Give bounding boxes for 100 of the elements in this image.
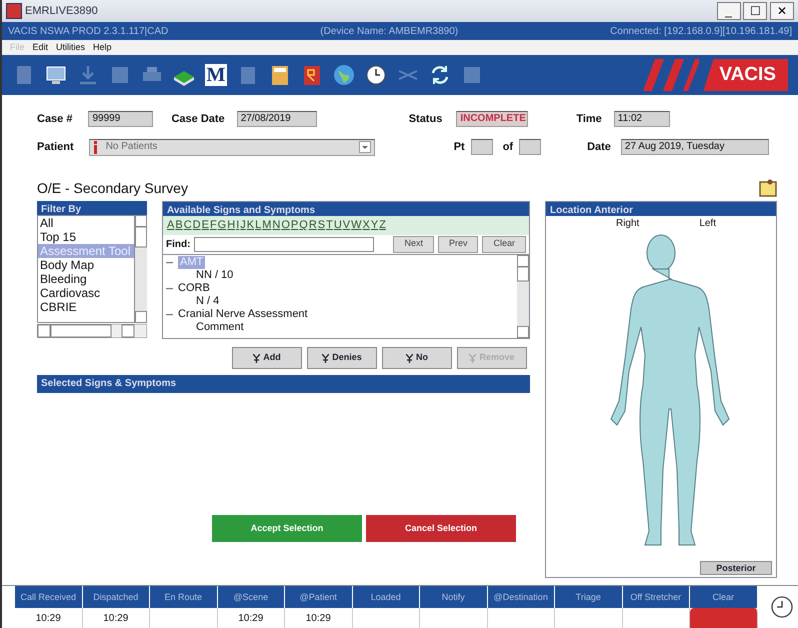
action-button[interactable]: No — [382, 347, 452, 369]
filter-item[interactable]: Cardiovasc — [38, 286, 134, 300]
timeline-header: En Route — [150, 586, 218, 608]
menu-item[interactable]: Edit — [32, 40, 48, 54]
menu-item[interactable]: Utilities — [56, 40, 86, 54]
note-icon[interactable] — [758, 178, 778, 198]
arrow-down-icon — [253, 354, 260, 362]
alphabet-link[interactable]: U — [334, 217, 342, 234]
alphabet-link[interactable]: M — [262, 217, 272, 234]
alphabet-link[interactable]: N — [272, 217, 280, 234]
cancel-selection-button[interactable]: Cancel Selection — [366, 515, 516, 542]
alphabet-link[interactable]: R — [308, 217, 317, 234]
alphabet-link[interactable]: O — [281, 217, 290, 234]
timeline-header: Notify — [420, 586, 488, 608]
alphabet-link[interactable]: V — [342, 217, 350, 234]
timeline-header: @Scene — [218, 586, 285, 608]
globe-icon[interactable] — [332, 63, 356, 87]
filter-item[interactable]: Body Map — [38, 258, 134, 272]
timeline-header: Triage — [555, 586, 622, 608]
timeline-header: Loaded — [352, 586, 420, 608]
next-button[interactable]: Next — [393, 236, 434, 252]
alphabet-link[interactable]: P — [290, 217, 298, 234]
timeline-header: Clear — [690, 586, 758, 608]
tree-item[interactable]: NN / 10 — [166, 268, 514, 282]
status-label: Status — [408, 112, 442, 127]
time-label: Time — [576, 112, 602, 127]
arrow-down-icon — [469, 354, 476, 362]
scrollbar-icon — [517, 254, 529, 338]
alphabet-link[interactable]: S — [318, 217, 326, 234]
menu-item[interactable]: Help — [93, 40, 112, 54]
alphabet-link[interactable]: T — [326, 217, 333, 234]
alphabet-link[interactable]: A — [167, 217, 174, 234]
alphabet-link[interactable]: I — [236, 217, 240, 234]
page-title: O/E - Secondary Survey — [37, 178, 188, 198]
arrow-down-icon — [406, 354, 413, 362]
alphabet-link[interactable]: G — [218, 217, 226, 234]
tree-item[interactable]: Comment — [166, 320, 514, 334]
connection-text: Connected: [192.168.0.9][10.196.181.49] — [610, 24, 792, 38]
timeline-time: 10:29 — [218, 608, 285, 628]
minimize-button[interactable]: _ — [716, 2, 740, 20]
close-button[interactable]: ✕ — [770, 2, 794, 20]
alphabet-link[interactable]: B — [175, 217, 183, 234]
clock-icon[interactable] — [770, 595, 794, 619]
left-label: Left — [699, 217, 716, 231]
action-button[interactable]: Add — [232, 347, 302, 369]
case-date-field[interactable]: 27/08/2019 — [236, 111, 317, 127]
timeline-header: Dispatched — [82, 586, 150, 608]
alphabet-link[interactable]: X — [362, 217, 370, 234]
pt-total-field[interactable] — [519, 139, 542, 155]
case-number-label: Case # — [37, 112, 72, 127]
timeline-header: Off Stretcher — [622, 586, 690, 608]
alphabet-link[interactable]: C — [184, 217, 192, 234]
alphabet-link[interactable]: F — [210, 217, 217, 234]
action-button[interactable]: Denies — [307, 347, 377, 369]
patient-placeholder: No Patients — [106, 140, 158, 154]
alphabet-link[interactable]: K — [246, 217, 254, 234]
panel-header: Available Signs and Symptoms — [163, 202, 529, 216]
case-number-field[interactable]: 99999 — [88, 111, 154, 127]
tree-item[interactable]: Cranial Nerve Assessment — [178, 308, 308, 320]
timeline-time: 10:29 — [285, 608, 352, 628]
alphabet-link[interactable]: Y — [370, 217, 378, 234]
pt-field[interactable] — [470, 139, 493, 155]
clock-icon[interactable] — [364, 63, 388, 87]
filter-item[interactable]: CBRIE — [38, 300, 134, 314]
alphabet-link[interactable]: W — [351, 217, 362, 234]
prev-button[interactable]: Prev — [438, 236, 478, 252]
accept-selection-button[interactable]: Accept Selection — [212, 515, 362, 542]
time-field[interactable]: 11:02 — [614, 111, 670, 127]
timeline-time: 10:29 — [15, 608, 82, 628]
find-field[interactable] — [194, 236, 374, 252]
date-field[interactable]: 27 Aug 2019, Tuesday — [620, 139, 769, 155]
timeline-header: @Patient — [285, 586, 352, 608]
tree-item[interactable]: N / 4 — [166, 294, 514, 308]
panel-header: Selected Signs & Symptoms — [37, 375, 530, 393]
case-date-label: Case Date — [171, 112, 225, 127]
filter-item[interactable]: Top 15 — [38, 230, 134, 244]
patient-dropdown[interactable]: No Patients — [88, 138, 375, 156]
alphabet-link[interactable]: D — [192, 217, 201, 234]
pt-label: Pt — [454, 140, 465, 155]
app-logo-icon — [6, 3, 22, 19]
alphabet-link[interactable]: E — [202, 217, 209, 234]
panel-header: Location Anterior — [546, 202, 776, 216]
alphabet-link[interactable]: Z — [379, 217, 386, 234]
timeline-time: 10:29 — [82, 608, 150, 628]
status-field[interactable]: INCOMPLETE — [456, 111, 528, 127]
alphabet-link[interactable]: H — [227, 217, 236, 234]
letter-m-icon[interactable]: M — [204, 64, 228, 86]
filter-item[interactable]: All — [38, 216, 134, 230]
alphabet-link[interactable]: L — [255, 217, 262, 234]
posterior-button[interactable]: Posterior — [700, 561, 772, 575]
clear-button[interactable]: Clear — [482, 236, 526, 252]
timeline-header: Call Received — [15, 586, 82, 608]
alphabet-link[interactable]: J — [240, 217, 246, 234]
alphabet-link[interactable]: Q — [299, 217, 308, 234]
timeline-header: @Destination — [488, 586, 555, 608]
panel-header: Filter By — [37, 201, 147, 215]
tree-item[interactable]: CORB — [178, 282, 210, 294]
find-label: Find: — [166, 238, 190, 252]
filter-item[interactable]: Bleeding — [38, 272, 134, 286]
maximize-button[interactable]: ☐ — [743, 2, 768, 20]
